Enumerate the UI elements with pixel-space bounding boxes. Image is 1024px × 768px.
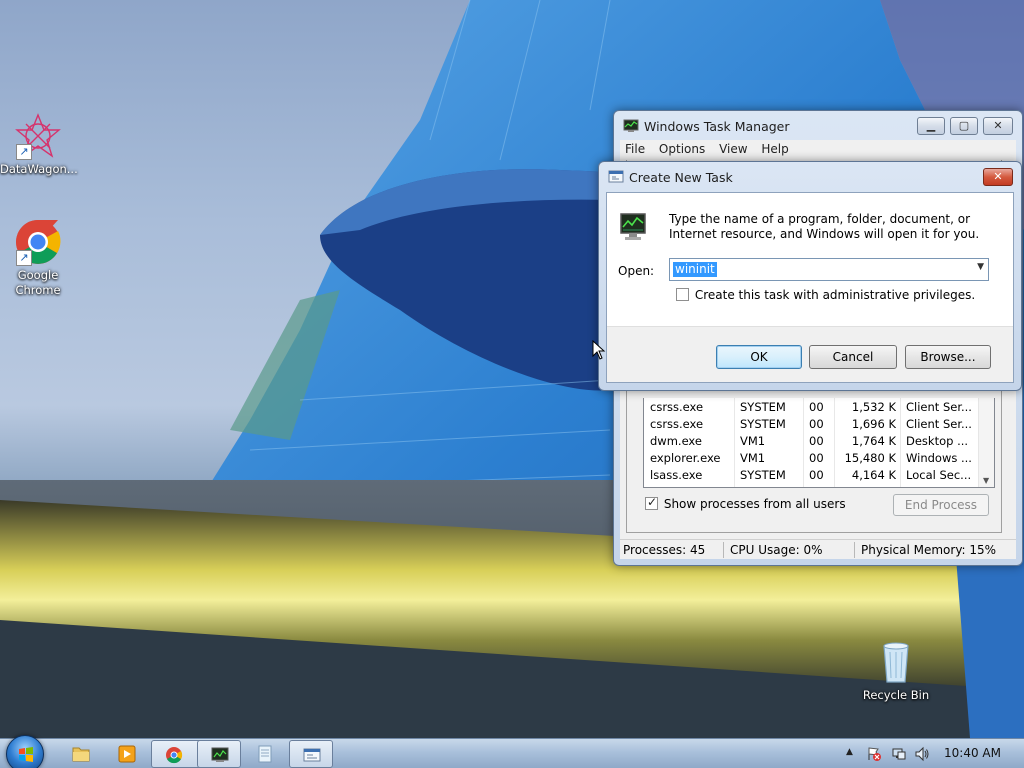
status-cpu-usage: CPU Usage: 0% bbox=[730, 543, 823, 557]
process-name: dwm.exe bbox=[650, 434, 702, 448]
show-all-users-label: Show processes from all users bbox=[663, 496, 846, 511]
desktop-icon-recycle-bin[interactable]: Recycle Bin bbox=[858, 638, 934, 703]
menu-file[interactable]: File bbox=[620, 140, 650, 158]
process-memory: 1,764 K bbox=[851, 434, 896, 448]
process-memory: 4,164 K bbox=[851, 468, 896, 482]
task-manager-monitor-icon bbox=[620, 213, 646, 240]
create-task-body: Type the name of a program, folder, docu… bbox=[606, 192, 1014, 383]
process-list-scrollbar[interactable]: ▼ bbox=[978, 398, 994, 487]
process-user: VM1 bbox=[740, 451, 766, 465]
minimize-button[interactable]: ▁ bbox=[917, 117, 945, 135]
process-list[interactable]: csrss.exe SYSTEM 00 1,532 K Client Ser..… bbox=[643, 398, 995, 488]
action-center-flag-icon[interactable] bbox=[866, 746, 882, 762]
desktop-icon-chrome[interactable]: ↗ Google Chrome bbox=[0, 218, 76, 298]
show-hidden-icons-icon[interactable]: ▲ bbox=[846, 747, 853, 757]
process-description: Client Ser... bbox=[906, 417, 972, 431]
process-cpu: 00 bbox=[809, 468, 824, 482]
task-manager-icon bbox=[211, 747, 229, 762]
process-user: SYSTEM bbox=[740, 468, 786, 482]
process-user: VM1 bbox=[740, 434, 766, 448]
process-memory: 15,480 K bbox=[844, 451, 896, 465]
create-task-titlebar[interactable]: Create New Task ✕ bbox=[599, 162, 1021, 192]
process-cpu: 00 bbox=[809, 434, 824, 448]
desktop-icon-label: Recycle Bin bbox=[862, 688, 930, 702]
open-input-value[interactable]: wininit bbox=[673, 262, 717, 277]
task-manager-menubar: File Options View Help bbox=[620, 140, 1016, 160]
scroll-down-arrow-icon[interactable]: ▼ bbox=[983, 476, 989, 485]
table-row[interactable]: dwm.exe VM1 00 1,764 K Desktop ... bbox=[644, 432, 982, 449]
task-manager-title: Windows Task Manager bbox=[644, 119, 790, 134]
table-row[interactable]: csrss.exe SYSTEM 00 1,696 K Client Ser..… bbox=[644, 415, 982, 432]
process-name: lsass.exe bbox=[650, 468, 703, 482]
taskbar: ▲ 10:40 AM bbox=[0, 735, 1024, 768]
table-row[interactable]: lsass.exe SYSTEM 00 4,164 K Local Sec... bbox=[644, 466, 982, 483]
shortcut-arrow-icon: ↗ bbox=[16, 250, 32, 266]
ok-button[interactable]: OK bbox=[716, 345, 802, 369]
process-description: Client Ser... bbox=[906, 400, 972, 414]
taskbar-task-manager[interactable] bbox=[197, 740, 241, 768]
menu-help[interactable]: Help bbox=[756, 140, 793, 158]
task-manager-statusbar: Processes: 45 CPU Usage: 0% Physical Mem… bbox=[620, 539, 1016, 559]
volume-icon[interactable] bbox=[914, 746, 930, 762]
process-user: SYSTEM bbox=[740, 400, 786, 414]
menu-options[interactable]: Options bbox=[654, 140, 710, 158]
table-row[interactable]: csrss.exe SYSTEM 00 1,532 K Client Ser..… bbox=[644, 398, 982, 415]
task-manager-titlebar[interactable]: Windows Task Manager ▁ ▢ ✕ bbox=[614, 111, 1022, 141]
process-description: Desktop ... bbox=[906, 434, 969, 448]
close-button[interactable]: ✕ bbox=[983, 168, 1013, 186]
show-all-users-option[interactable]: Show processes from all users bbox=[645, 495, 846, 511]
show-all-users-checkbox[interactable] bbox=[645, 495, 658, 510]
process-memory: 1,532 K bbox=[851, 400, 896, 414]
desktop-icon-label: DataWagon... bbox=[0, 162, 78, 176]
process-memory: 1,696 K bbox=[851, 417, 896, 431]
start-button[interactable] bbox=[6, 735, 44, 768]
desktop-icon-label: Google Chrome bbox=[15, 268, 61, 297]
process-description: Windows ... bbox=[906, 451, 972, 465]
admin-privileges-option[interactable]: Create this task with administrative pri… bbox=[676, 287, 975, 302]
admin-privileges-checkbox[interactable] bbox=[676, 288, 689, 301]
admin-privileges-label: Create this task with administrative pri… bbox=[694, 287, 976, 302]
process-name: csrss.exe bbox=[650, 417, 704, 431]
taskbar-clock[interactable]: 10:40 AM bbox=[944, 746, 1001, 760]
create-task-title: Create New Task bbox=[629, 170, 733, 185]
taskbar-run-dialog[interactable] bbox=[289, 740, 333, 768]
open-label: Open: bbox=[618, 264, 655, 278]
process-name: explorer.exe bbox=[650, 451, 721, 465]
shortcut-arrow-icon: ↗ bbox=[16, 144, 32, 160]
task-manager-app-icon bbox=[623, 119, 639, 132]
create-task-description: Type the name of a program, folder, docu… bbox=[669, 212, 980, 241]
process-name: csrss.exe bbox=[650, 400, 704, 414]
recycle-bin-icon bbox=[883, 642, 909, 683]
process-cpu: 00 bbox=[809, 451, 824, 465]
run-dialog-icon bbox=[608, 170, 624, 183]
cancel-button[interactable]: Cancel bbox=[809, 345, 897, 369]
dropdown-arrow-icon[interactable]: ▼ bbox=[977, 262, 984, 272]
table-row[interactable]: explorer.exe VM1 00 15,480 K Windows ... bbox=[644, 449, 982, 466]
status-physical-memory: Physical Memory: 15% bbox=[861, 543, 997, 557]
desktop-icon-datawagon[interactable]: ↗ DataWagon... bbox=[0, 112, 78, 177]
process-cpu: 00 bbox=[809, 417, 824, 431]
create-new-task-dialog: Create New Task ✕ Type the name of a pro… bbox=[598, 161, 1022, 391]
end-process-button[interactable]: End Process bbox=[893, 494, 989, 516]
menu-view[interactable]: View bbox=[714, 140, 752, 158]
taskbar-media-player[interactable] bbox=[98, 740, 156, 768]
mouse-cursor-icon bbox=[592, 340, 606, 360]
network-icon[interactable] bbox=[891, 746, 907, 762]
process-user: SYSTEM bbox=[740, 417, 786, 431]
process-cpu: 00 bbox=[809, 400, 824, 414]
close-button[interactable]: ✕ bbox=[983, 117, 1013, 135]
create-task-footer: OK Cancel Browse... bbox=[607, 326, 1013, 382]
status-processes: Processes: 45 bbox=[623, 543, 706, 557]
open-combobox[interactable]: wininit ▼ bbox=[669, 258, 989, 281]
media-player-icon bbox=[118, 745, 136, 763]
browse-button[interactable]: Browse... bbox=[905, 345, 991, 369]
windows-logo-icon bbox=[19, 747, 33, 762]
notepad-icon bbox=[258, 745, 272, 763]
process-description: Local Sec... bbox=[906, 468, 972, 482]
taskbar-notepad[interactable] bbox=[243, 740, 287, 768]
maximize-button[interactable]: ▢ bbox=[950, 117, 978, 135]
run-dialog-icon bbox=[303, 748, 321, 762]
